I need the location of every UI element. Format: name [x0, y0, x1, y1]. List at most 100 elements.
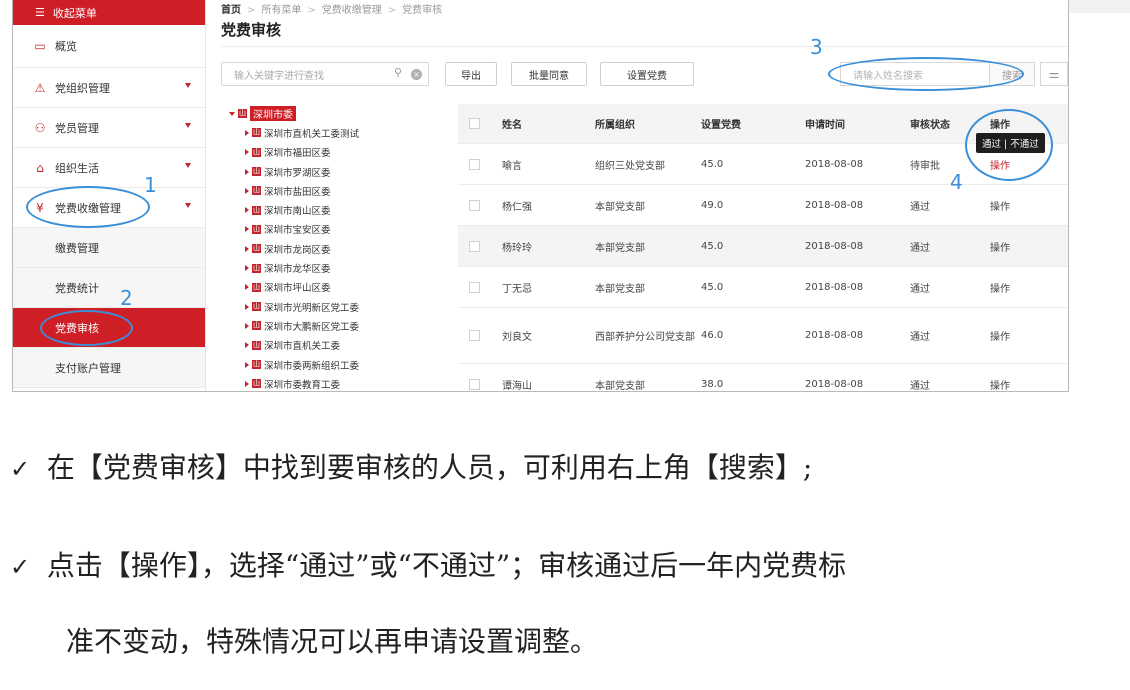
cell-operate-link[interactable]: 操作 — [990, 239, 1060, 254]
triangle-icon: ⚠ — [34, 80, 46, 95]
row-checkbox[interactable] — [468, 281, 480, 293]
sidebar-item-label: 概览 — [55, 40, 77, 53]
tree-node[interactable]: 山深圳市直机关工委 — [229, 336, 449, 355]
caret-right-icon[interactable] — [245, 207, 249, 214]
set-fee-button[interactable]: 设置党费 — [600, 62, 694, 86]
cell-operate-link[interactable]: 操作 — [990, 377, 1060, 392]
tree-node[interactable]: 山深圳市直机关工委测试 — [229, 123, 449, 142]
tree-node[interactable]: 山深圳市宝安区委 — [229, 220, 449, 239]
cell-operate-link[interactable]: 操作 — [990, 328, 1060, 343]
caret-right-icon[interactable] — [245, 284, 249, 291]
row-checkbox[interactable] — [468, 240, 480, 252]
flag-icon: 山 — [252, 282, 261, 292]
instruction-2: ✓ 点击【操作】，选择“通过”或“不通过”；审核通过后一年内党费标 — [10, 544, 846, 584]
tree-node-label: 深圳市福田区委 — [264, 148, 331, 160]
caret-right-icon[interactable] — [245, 265, 249, 272]
chevron-down-icon — [185, 163, 191, 168]
tree-node[interactable]: 山深圳市罗湖区委 — [229, 162, 449, 181]
table-row[interactable]: 谭海山 本部党支部 38.0 2018-08-08 通过 操作 — [458, 364, 1068, 392]
table-row[interactable]: 杨玲玲 本部党支部 45.0 2018-08-08 通过 操作 — [458, 226, 1068, 267]
sidebar-item-org-life[interactable]: ⌂ 组织生活 — [13, 148, 205, 188]
check-icon: ✓ — [10, 455, 31, 483]
caret-right-icon[interactable] — [245, 187, 249, 194]
tree-node[interactable]: 山深圳市盐田区委 — [229, 181, 449, 200]
flag-icon: 山 — [252, 128, 261, 138]
row-checkbox[interactable] — [468, 158, 480, 170]
breadcrumb-all-menus[interactable]: 所有菜单 — [261, 5, 301, 16]
export-button[interactable]: 导出 — [445, 62, 497, 86]
caret-right-icon[interactable] — [245, 245, 249, 252]
flag-icon: 山 — [252, 340, 261, 350]
caret-right-icon[interactable] — [245, 322, 249, 329]
divider — [221, 46, 1068, 47]
tree-node-label: 深圳市南山区委 — [264, 206, 331, 218]
caret-right-icon[interactable] — [245, 129, 249, 136]
breadcrumb-separator: > — [387, 5, 397, 16]
tree-node-label: 深圳市光明新区党工委 — [264, 302, 360, 314]
row-checkbox[interactable] — [468, 330, 480, 341]
caret-right-icon[interactable] — [245, 342, 249, 349]
tree-node-label: 深圳市龙岗区委 — [264, 244, 331, 256]
table-row[interactable]: 杨仁强 本部党支部 49.0 2018-08-08 通过 操作 — [458, 185, 1068, 226]
caret-down-icon[interactable] — [229, 111, 235, 116]
flag-icon: 山 — [252, 379, 261, 389]
caret-right-icon[interactable] — [245, 303, 249, 310]
tree-node[interactable]: 山深圳市南山区委 — [229, 200, 449, 219]
flag-icon: 山 — [252, 224, 261, 234]
clear-icon[interactable]: × — [411, 69, 422, 80]
caret-right-icon[interactable] — [245, 226, 249, 233]
sidebar-item-org-management[interactable]: ⚠ 党组织管理 — [13, 68, 205, 108]
sidebar-subitem-payment[interactable]: 缴费管理 — [13, 228, 205, 268]
sidebar-subitem-statistics[interactable]: 党费统计 — [13, 268, 205, 308]
tree-node[interactable]: 山深圳市委两新组织工委 — [229, 355, 449, 374]
tree-node-label: 深圳市大鹏新区党工委 — [264, 321, 360, 333]
cell-operate-link[interactable]: 操作 — [990, 280, 1060, 295]
caret-right-icon[interactable] — [245, 361, 249, 368]
tree-node[interactable]: 山深圳市光明新区党工委 — [229, 297, 449, 316]
row-checkbox[interactable] — [468, 199, 480, 211]
cell-fee: 45.0 — [701, 158, 724, 170]
window-edge — [1069, 0, 1130, 13]
screenshot-frame: ☰ 收起菜单 ▭ 概览 ⚠ 党组织管理 ⚇ 党员管理 ⌂ 组织生活 ¥ 党费收缴… — [12, 0, 1069, 392]
tree-node[interactable]: 山深圳市福田区委 — [229, 143, 449, 162]
select-all-checkbox[interactable] — [468, 118, 480, 129]
flag-icon: 山 — [252, 167, 261, 177]
filter-icon[interactable]: ⚌ — [1040, 62, 1068, 86]
cell-org: 本部党支部 — [595, 201, 645, 213]
row-checkbox[interactable] — [468, 378, 480, 390]
page-title: 党费审核 — [221, 21, 282, 39]
breadcrumb-fee-management[interactable]: 党费收缴管理 — [322, 5, 382, 16]
tree-node[interactable]: 山深圳市龙岗区委 — [229, 239, 449, 258]
cell-status: 通过 — [910, 332, 930, 343]
cell-org: 本部党支部 — [595, 380, 645, 392]
sidebar-item-overview[interactable]: ▭ 概览 — [13, 25, 205, 68]
cell-status: 通过 — [910, 380, 930, 392]
tree-node-label: 深圳市委两新组织工委 — [264, 360, 360, 372]
cell-operate-link[interactable]: 操作 — [990, 198, 1060, 213]
tree-node[interactable]: 山深圳市龙华区委 — [229, 258, 449, 277]
tree-root-label: 深圳市委 — [250, 106, 296, 122]
keyword-search-input[interactable]: 输入关键字进行查找 ⚲ × — [221, 62, 429, 86]
table-row[interactable]: 刘良文 西部养护分公司党支部 46.0 2018-08-08 通过 操作 — [458, 308, 1068, 364]
tree-node[interactable]: 山深圳市坪山区委 — [229, 278, 449, 297]
tree-node[interactable]: 山深圳市委教育工委 — [229, 374, 449, 391]
caret-right-icon[interactable] — [245, 380, 249, 387]
instruction-2-text: 点击【操作】，选择“通过”或“不通过”；审核通过后一年内党费标 — [46, 549, 847, 582]
cell-name: 丁无忌 — [502, 283, 532, 295]
sidebar-subitem-accounts[interactable]: 支付账户管理 — [13, 348, 205, 388]
caret-right-icon[interactable] — [245, 149, 249, 156]
tree-root[interactable]: 山 深圳市委 — [229, 104, 449, 123]
breadcrumb-home[interactable]: 首页 — [221, 5, 241, 16]
chevron-down-icon — [185, 83, 191, 88]
caret-right-icon[interactable] — [245, 168, 249, 175]
sidebar-item-member-management[interactable]: ⚇ 党员管理 — [13, 108, 205, 148]
search-icon[interactable]: ⚲ — [394, 66, 402, 79]
check-icon: ✓ — [10, 553, 31, 581]
table-row[interactable]: 丁无忌 本部党支部 45.0 2018-08-08 通过 操作 — [458, 267, 1068, 308]
flag-icon: 山 — [252, 186, 261, 196]
batch-approve-button[interactable]: 批量同意 — [511, 62, 587, 86]
collapse-menu-button[interactable]: ☰ 收起菜单 — [13, 0, 205, 25]
breadcrumb-current: 党费审核 — [402, 5, 443, 16]
tree-node[interactable]: 山深圳市大鹏新区党工委 — [229, 316, 449, 335]
tree-node-label: 深圳市直机关工委测试 — [264, 128, 360, 140]
